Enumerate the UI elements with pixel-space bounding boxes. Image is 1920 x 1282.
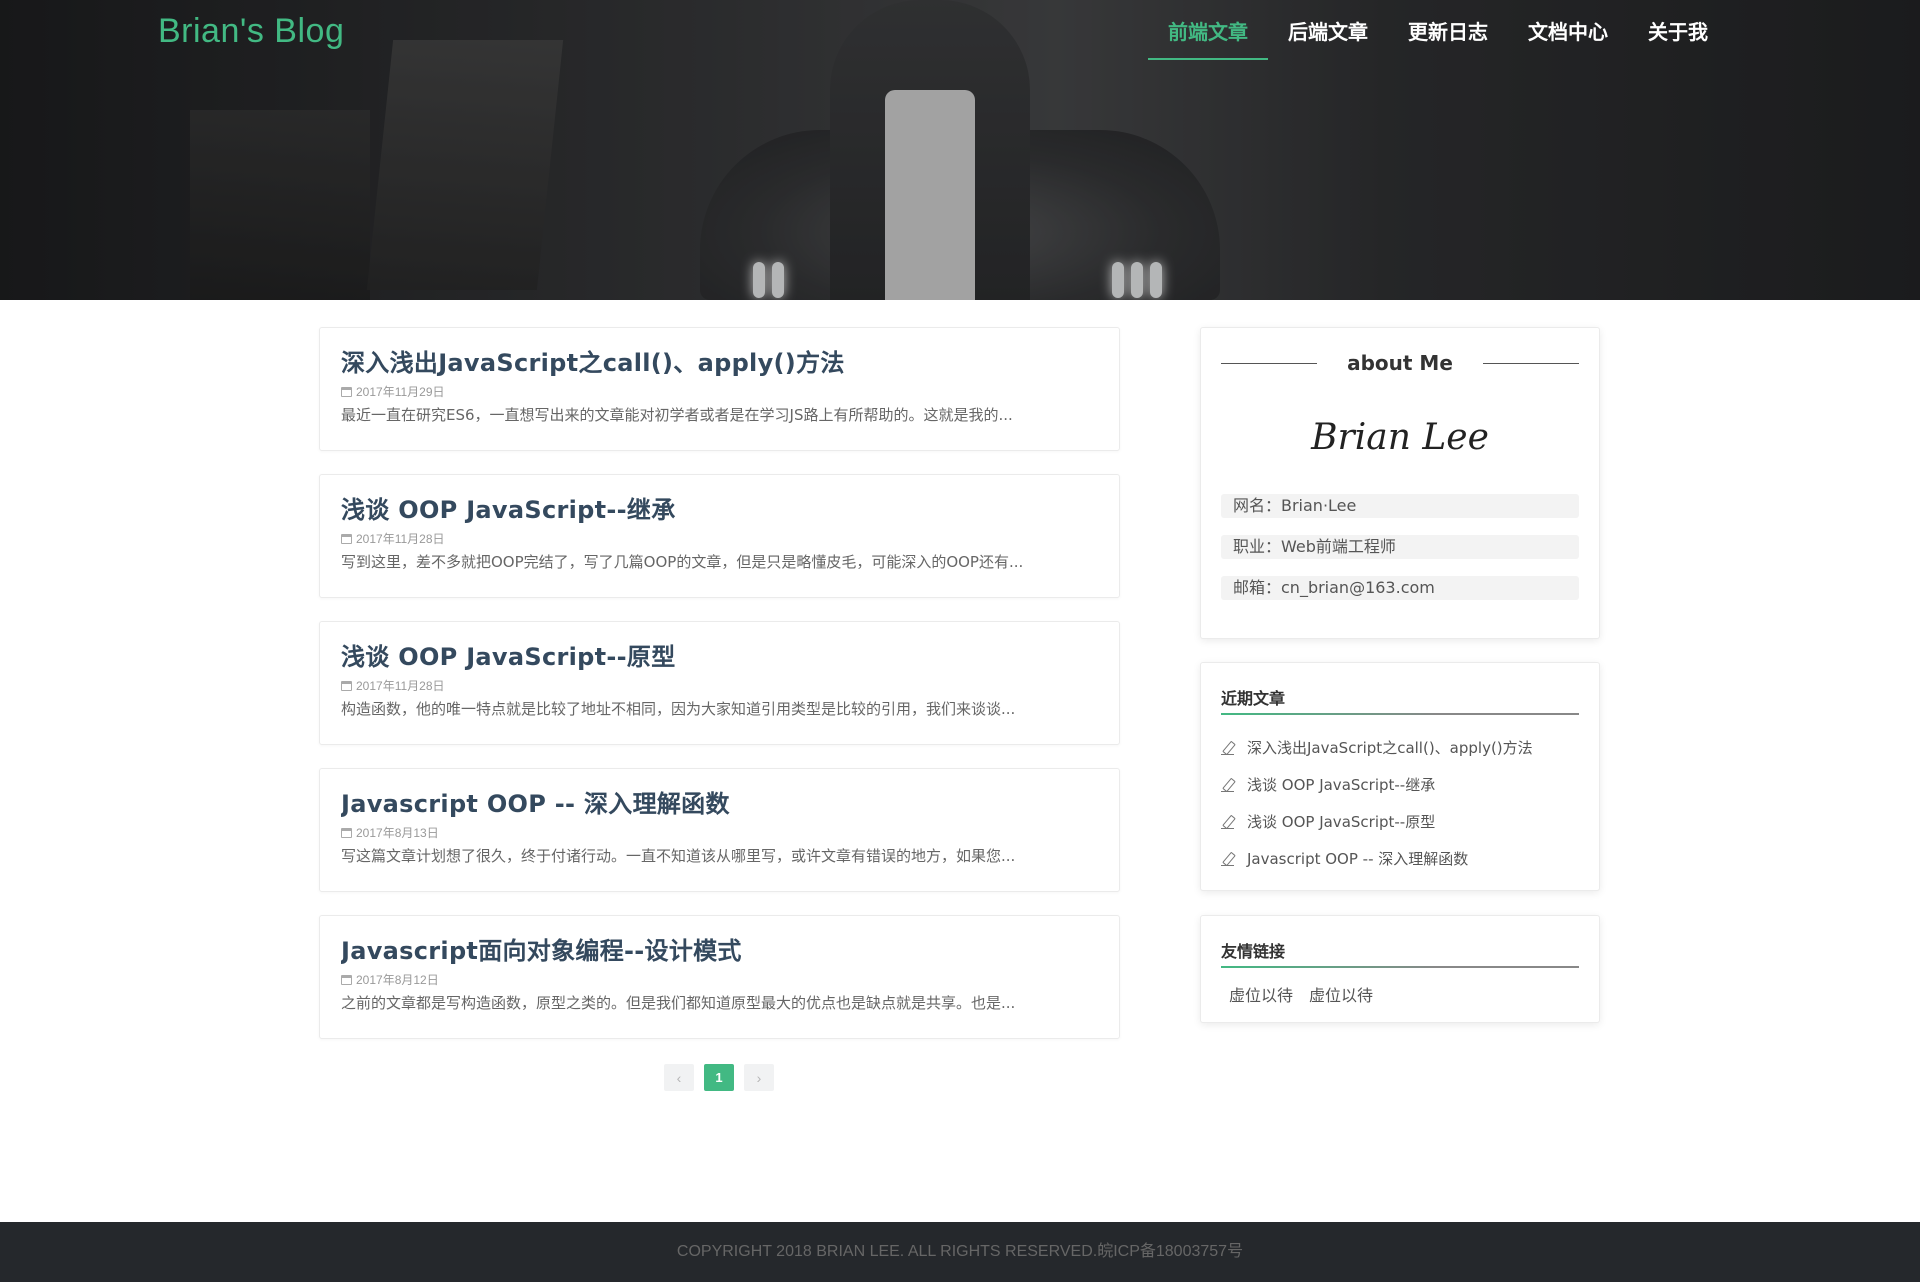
- pen-icon: [1221, 852, 1235, 866]
- pen-icon: [1221, 741, 1235, 755]
- post-card[interactable]: 浅谈 OOP JavaScript--继承 2017年11月28日 写到这里，差…: [319, 474, 1120, 598]
- post-list: 深入浅出JavaScript之call()、apply()方法 2017年11月…: [319, 327, 1120, 1062]
- nav-item-backend[interactable]: 后端文章: [1268, 0, 1388, 60]
- friend-links-title: 友情链接: [1221, 938, 1579, 968]
- calendar-icon: [341, 386, 352, 397]
- post-date: 2017年11月28日: [341, 677, 1099, 694]
- pagination: ‹ 1 ›: [664, 1064, 784, 1091]
- footer: COPYRIGHT 2018 BRIAN LEE. ALL RIGHTS RES…: [0, 1222, 1920, 1282]
- recent-post-link[interactable]: 浅谈 OOP JavaScript--继承: [1221, 766, 1579, 803]
- page-number-button[interactable]: 1: [704, 1064, 734, 1091]
- post-title[interactable]: 浅谈 OOP JavaScript--原型: [341, 642, 1099, 672]
- post-card[interactable]: Javascript面向对象编程--设计模式 2017年8月12日 之前的文章都…: [319, 915, 1120, 1039]
- about-me-card: about Me Brian Lee 网名：Brian·Lee 职业：Web前端…: [1200, 327, 1600, 639]
- recent-post-label: 浅谈 OOP JavaScript--继承: [1247, 776, 1436, 794]
- post-date-text: 2017年8月12日: [356, 973, 439, 987]
- calendar-icon: [341, 533, 352, 544]
- nav-item-about[interactable]: 关于我: [1628, 0, 1728, 60]
- email-row: 邮箱：cn_brian@163.com: [1221, 576, 1579, 600]
- post-card[interactable]: 深入浅出JavaScript之call()、apply()方法 2017年11月…: [319, 327, 1120, 451]
- site-title[interactable]: Brian's Blog: [158, 12, 344, 51]
- post-excerpt: 构造函数，他的唯一特点就是比较了地址不相同，因为大家知道引用类型是比较的引用，我…: [341, 700, 1016, 718]
- post-date-text: 2017年11月29日: [356, 385, 445, 399]
- nav-item-docs[interactable]: 文档中心: [1508, 0, 1628, 60]
- friend-links-card: 友情链接 虚位以待 虚位以待: [1200, 915, 1600, 1023]
- copyright-text: COPYRIGHT 2018 BRIAN LEE. ALL RIGHTS RES…: [676, 1243, 1244, 1260]
- nickname-row: 网名：Brian·Lee: [1221, 494, 1579, 518]
- post-date: 2017年8月12日: [341, 971, 1099, 988]
- recent-posts-title: 近期文章: [1221, 685, 1579, 715]
- post-date-text: 2017年8月13日: [356, 826, 439, 840]
- nav-item-frontend[interactable]: 前端文章: [1148, 0, 1268, 60]
- signature: Brian Lee: [1311, 417, 1489, 458]
- divider: [1482, 362, 1579, 364]
- recent-posts-list: 深入浅出JavaScript之call()、apply()方法 浅谈 OOP J…: [1221, 729, 1579, 877]
- post-card[interactable]: Javascript OOP -- 深入理解函数 2017年8月13日 写这篇文…: [319, 768, 1120, 892]
- post-excerpt: 写到这里，差不多就把OOP完结了，写了几篇OOP的文章，但是只是略懂皮毛，可能深…: [341, 553, 1024, 571]
- post-date: 2017年11月28日: [341, 530, 1099, 547]
- post-date: 2017年8月13日: [341, 824, 1099, 841]
- post-excerpt: 之前的文章都是写构造函数，原型之类的。但是我们都知道原型最大的优点也是缺点就是共…: [341, 994, 1016, 1012]
- nav-item-changelog[interactable]: 更新日志: [1388, 0, 1508, 60]
- recent-post-label: 浅谈 OOP JavaScript--原型: [1247, 813, 1436, 831]
- recent-post-link[interactable]: Javascript OOP -- 深入理解函数: [1221, 840, 1579, 877]
- recent-posts-card: 近期文章 深入浅出JavaScript之call()、apply()方法 浅谈 …: [1200, 662, 1600, 891]
- post-card[interactable]: 浅谈 OOP JavaScript--原型 2017年11月28日 构造函数，他…: [319, 621, 1120, 745]
- post-date-text: 2017年11月28日: [356, 679, 445, 693]
- post-title[interactable]: 深入浅出JavaScript之call()、apply()方法: [341, 348, 1099, 378]
- calendar-icon: [341, 680, 352, 691]
- about-header: about Me: [1221, 350, 1579, 376]
- post-date: 2017年11月29日: [341, 383, 1099, 400]
- friend-links-list: 虚位以待 虚位以待: [1229, 982, 1389, 1006]
- post-excerpt: 最近一直在研究ES6，一直想写出来的文章能对初学者或者是在学习JS路上有所帮助的…: [341, 406, 1013, 424]
- post-excerpt: 写这篇文章计划想了很久，终于付诸行动。一直不知道该从哪里写，或许文章有错误的地方…: [341, 847, 1016, 865]
- divider: [1221, 362, 1318, 364]
- friend-link[interactable]: 虚位以待: [1309, 982, 1373, 1006]
- calendar-icon: [341, 974, 352, 985]
- post-title[interactable]: 浅谈 OOP JavaScript--继承: [341, 495, 1099, 525]
- recent-post-link[interactable]: 深入浅出JavaScript之call()、apply()方法: [1221, 729, 1579, 766]
- pen-icon: [1221, 778, 1235, 792]
- job-row: 职业：Web前端工程师: [1221, 535, 1579, 559]
- next-page-button[interactable]: ›: [744, 1064, 774, 1091]
- recent-post-link[interactable]: 浅谈 OOP JavaScript--原型: [1221, 803, 1579, 840]
- pen-icon: [1221, 815, 1235, 829]
- post-title[interactable]: Javascript OOP -- 深入理解函数: [341, 789, 1099, 819]
- post-date-text: 2017年11月28日: [356, 532, 445, 546]
- prev-page-button[interactable]: ‹: [664, 1064, 694, 1091]
- friend-link[interactable]: 虚位以待: [1229, 982, 1293, 1006]
- recent-post-label: 深入浅出JavaScript之call()、apply()方法: [1247, 739, 1533, 757]
- calendar-icon: [341, 827, 352, 838]
- main-nav: 前端文章 后端文章 更新日志 文档中心 关于我: [1148, 0, 1728, 60]
- about-title: about Me: [1347, 351, 1453, 375]
- post-title[interactable]: Javascript面向对象编程--设计模式: [341, 936, 1099, 966]
- recent-post-label: Javascript OOP -- 深入理解函数: [1247, 850, 1469, 868]
